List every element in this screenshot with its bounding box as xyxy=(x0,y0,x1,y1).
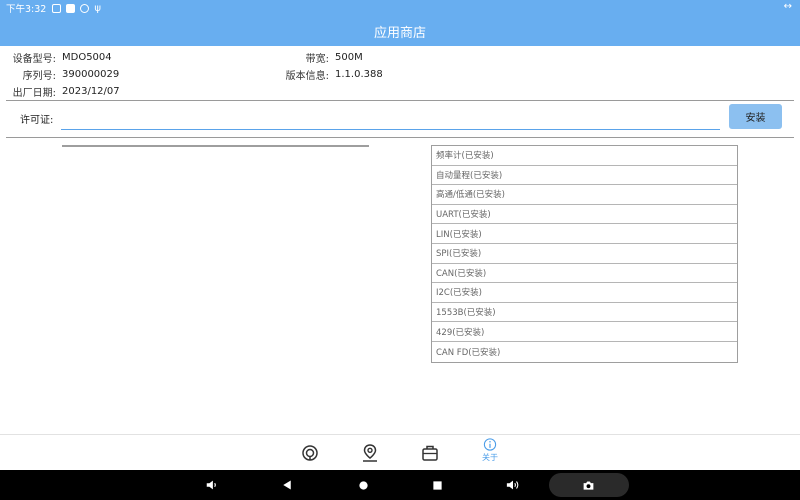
model-row: 设备型号: MDO5004 xyxy=(0,50,112,65)
date-row: 出厂日期: 2023/12/07 xyxy=(0,84,120,99)
nav-toolbox[interactable] xyxy=(418,443,442,469)
list-item[interactable]: UART(已安装) xyxy=(432,205,737,225)
nav-about-label: 关于 xyxy=(482,453,498,462)
list-item[interactable]: 1553B(已安装) xyxy=(432,303,737,323)
recents-button[interactable] xyxy=(429,477,445,493)
nav-location[interactable] xyxy=(358,443,382,469)
divider-bottom xyxy=(6,137,794,138)
serial-value: 390000029 xyxy=(62,69,120,80)
screenshot-button[interactable] xyxy=(580,477,596,493)
status-time: 下午3:32 xyxy=(6,4,47,15)
list-item[interactable]: SPI(已安装) xyxy=(432,244,737,264)
home-button[interactable] xyxy=(355,477,371,493)
list-item[interactable]: 自动量程(已安装) xyxy=(432,166,737,186)
info-icon xyxy=(483,438,497,451)
divider-top xyxy=(6,100,794,101)
volume-down-icon xyxy=(206,480,216,490)
license-label: 许可证: xyxy=(20,115,54,126)
bandwidth-row: 带宽: 500M xyxy=(279,50,363,65)
list-item[interactable]: 频率计(已安装) xyxy=(432,146,737,166)
app-store-icon xyxy=(302,445,318,461)
recents-icon xyxy=(432,480,442,490)
notification-app-icon xyxy=(52,3,62,13)
license-input[interactable] xyxy=(61,106,720,130)
bandwidth-label: 带宽: xyxy=(305,54,329,65)
page-title: 应用商店 xyxy=(373,25,426,41)
camera-icon xyxy=(583,480,593,490)
notification-square-icon xyxy=(66,3,76,13)
volume-down-button[interactable] xyxy=(204,477,220,493)
usb-icon: ψ xyxy=(94,2,101,14)
model-value: MDO5004 xyxy=(62,52,112,63)
serial-row: 序列号: 390000029 xyxy=(0,67,120,82)
nav-about[interactable]: 关于 xyxy=(478,437,502,463)
date-value: 2023/12/07 xyxy=(62,86,120,97)
status-right-icon: ↔ xyxy=(783,1,792,12)
device-info: 设备型号: MDO5004 序列号: 390000029 出厂日期: 2023/… xyxy=(0,46,800,100)
list-item[interactable]: CAN(已安装) xyxy=(432,264,737,284)
nav-app-store[interactable] xyxy=(298,443,322,469)
left-panel-line xyxy=(62,145,369,147)
list-item[interactable]: CAN FD(已安装) xyxy=(432,342,737,362)
home-icon xyxy=(358,480,368,490)
serial-label: 序列号: xyxy=(22,71,56,82)
install-button[interactable]: 安装 xyxy=(729,104,782,129)
module-list: 频率计(已安装) 自动量程(已安装) 高通/低通(已安装) UART(已安装) … xyxy=(431,145,738,363)
version-label: 版本信息: xyxy=(285,71,329,82)
list-item[interactable]: 高通/低通(已安装) xyxy=(432,185,737,205)
list-item[interactable]: 429(已安装) xyxy=(432,322,737,342)
back-button[interactable] xyxy=(279,477,295,493)
volume-up-button[interactable] xyxy=(505,477,521,493)
app-bar: 应用商店 xyxy=(0,16,800,46)
notification-circle-icon xyxy=(80,3,90,13)
version-row: 版本信息: 1.1.0.388 xyxy=(279,67,383,82)
bandwidth-value: 500M xyxy=(335,52,363,63)
toolbox-icon xyxy=(422,445,438,461)
back-icon xyxy=(283,480,291,490)
date-label: 出厂日期: xyxy=(12,88,56,99)
list-item[interactable]: LIN(已安装) xyxy=(432,224,737,244)
model-label: 设备型号: xyxy=(12,54,56,65)
version-value: 1.1.0.388 xyxy=(335,69,383,80)
bottom-nav: 关于 xyxy=(0,434,800,470)
status-bar: 下午3:32 ψ ↔ xyxy=(0,0,800,16)
volume-up-icon xyxy=(506,480,519,490)
list-item[interactable]: I2C(已安装) xyxy=(432,283,737,303)
system-nav-bar xyxy=(0,470,800,500)
location-icon xyxy=(363,444,377,462)
